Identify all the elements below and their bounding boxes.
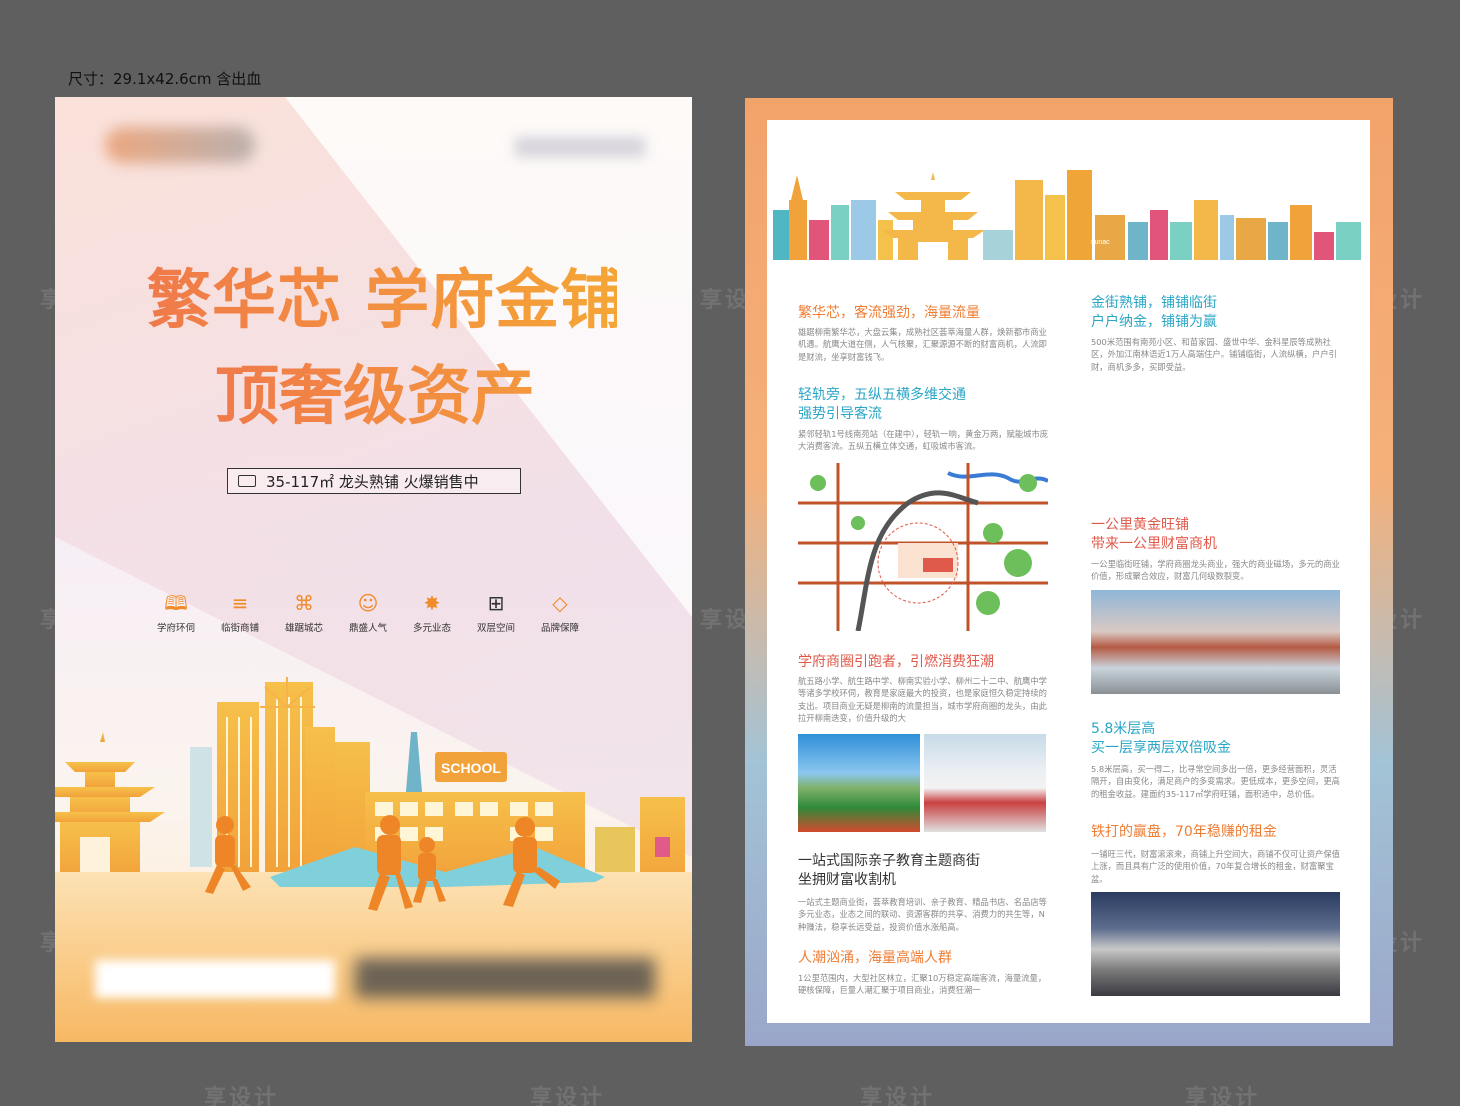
feature-label: 临街商铺 <box>220 623 259 634</box>
size-label: 尺寸：29.1x42.6cm 含出血 <box>68 70 262 88</box>
section-title: 繁华芯，客流强劲，海量流量 <box>798 305 980 321</box>
feature-label: 品牌保障 <box>540 623 579 634</box>
brand-logo-blurred <box>105 127 255 163</box>
tagline-text: 35-117㎡ 龙头熟铺 火爆销售中 <box>266 472 479 491</box>
feature-row: 🕮 学府环伺 ≡ 临街商铺 ⌘ 雄踞城芯 ☺ 鼎盛人气 ✸ 多元业态 ⊞ 双层空… <box>155 592 581 634</box>
feature-item: 🕮 学府环伺 <box>155 592 197 634</box>
section-body: 一站式主题商业街，荟萃教育培训、亲子教育、精品书店、名品店等多元业态，业态之间的… <box>798 897 1047 932</box>
back-flyer: sunac 繁华芯，客流强劲，海量流量 雄踞柳南繁华芯，大盘云集，成熟社区荟萃海… <box>745 98 1393 1046</box>
pinwheel-icon: ✸ <box>423 591 441 615</box>
feature-item: ☺ 鼎盛人气 <box>347 592 389 634</box>
section-title: 一公里黄金旺铺 带来一公里财富商机 <box>1091 517 1217 552</box>
school-playground-photo <box>798 734 920 832</box>
watermark: 享设计 <box>1185 1086 1261 1106</box>
section-body: 一铺旺三代，财富滚滚来，商铺上升空间大，商铺不仅可让资产保值上涨，而且具有广泛的… <box>1091 849 1340 884</box>
stack-icon: ≡ <box>231 591 249 615</box>
watermark: 享设计 <box>530 1086 606 1106</box>
watermark: 享设计 <box>860 1086 936 1106</box>
knot-icon: ⌘ <box>294 591 314 615</box>
tagline-box: 35-117㎡ 龙头熟铺 火爆销售中 <box>227 468 521 494</box>
back-content: sunac 繁华芯，客流强劲，海量流量 雄踞柳南繁华芯，大盘云集，成熟社区荟萃海… <box>767 120 1370 1023</box>
feature-label: 双层空间 <box>476 623 515 634</box>
location-map <box>798 463 1048 631</box>
book-icon: 🕮 <box>164 591 188 615</box>
section-body: 航五路小学、航生路中学、柳南实验小学、柳州二十二中、航鹰中学等诸多学校环伺，教育… <box>798 676 1047 724</box>
mall-exterior-photo <box>1091 590 1340 694</box>
feature-item: ✸ 多元业态 <box>411 592 453 634</box>
diamond-icon: ◇ <box>552 591 568 615</box>
watermark: 享设计 <box>204 1086 280 1106</box>
section-title: 铁打的赢盘，70年稳赚的租金 <box>1091 824 1277 840</box>
section-body: 紧邻轻轨1号线南苑站（在建中），轻轨一响，黄金万两，赋能城市庞大消费客流。五纵五… <box>798 429 1049 452</box>
skyline-header-illustration: sunac <box>773 170 1361 260</box>
feature-label: 鼎盛人气 <box>348 623 387 634</box>
headline-primary: 繁华芯 学府金铺 <box>147 249 624 341</box>
school-building-photo <box>924 734 1046 832</box>
feature-label: 学府环伺 <box>156 623 195 634</box>
feature-item: ◇ 品牌保障 <box>539 592 581 634</box>
section-body: 一公里临街旺铺，学府商圈龙头商业，强大的商业磁场，多元的商业价值，形成聚合效应，… <box>1091 559 1340 582</box>
contact-bar-blurred <box>95 952 655 1002</box>
section-body: 5.8米层高，买一得二，比寻常空间多出一倍，更多经营面积，灵活隔开，自由变化，满… <box>1091 764 1340 799</box>
feature-item: ⊞ 双层空间 <box>475 592 517 634</box>
section-title: 金街熟铺，铺铺临街 户户纳金，铺铺为赢 <box>1091 295 1217 330</box>
feature-item: ≡ 临街商铺 <box>219 592 261 634</box>
school-sign: SCHOOL <box>441 760 501 776</box>
feature-item: ⌘ 雄踞城芯 <box>283 592 325 634</box>
section-title: 学府商圈引跑者，引燃消费狂潮 <box>798 654 994 670</box>
feature-label: 多元业态 <box>412 623 451 634</box>
shop-icon <box>238 475 256 487</box>
headline-secondary: 顶奢级资产 <box>215 345 685 437</box>
commercial-street-photo <box>1091 892 1340 996</box>
grid-icon: ⊞ <box>487 591 505 615</box>
section-title: 人潮汹涌，海量高端人群 <box>798 950 952 966</box>
sunac-mark: sunac <box>1091 239 1110 246</box>
section-body: 雄踞柳南繁华芯，大盘云集，成熟社区荟萃海量人群，焕新都市商业机遇。航鹰大道在侧，… <box>798 327 1047 362</box>
feature-label: 雄踞城芯 <box>284 623 323 634</box>
section-title: 5.8米层高 买一层享两层双倍吸金 <box>1091 721 1231 756</box>
partner-logo-blurred <box>515 137 645 157</box>
section-title: 轻轨旁，五纵五横多维交通 强势引导客流 <box>798 387 966 422</box>
section-body: 500米范围有南苑小区、和苗家园、盛世中华、金科星辰等成熟社区，外加江南林语近1… <box>1091 337 1337 372</box>
section-body: 1公里范围内，大型社区林立，汇聚10万稳定高端客流，海量流量，硬核保障，巨量人潮… <box>798 973 1047 996</box>
crowd-icon: ☺ <box>357 591 379 615</box>
section-title: 一站式国际亲子教育主题商街 坐拥财富收割机 <box>798 853 980 888</box>
front-flyer: 繁华芯 学府金铺 顶奢级资产 35-117㎡ 龙头熟铺 火爆销售中 🕮 学府环伺… <box>55 97 692 1042</box>
